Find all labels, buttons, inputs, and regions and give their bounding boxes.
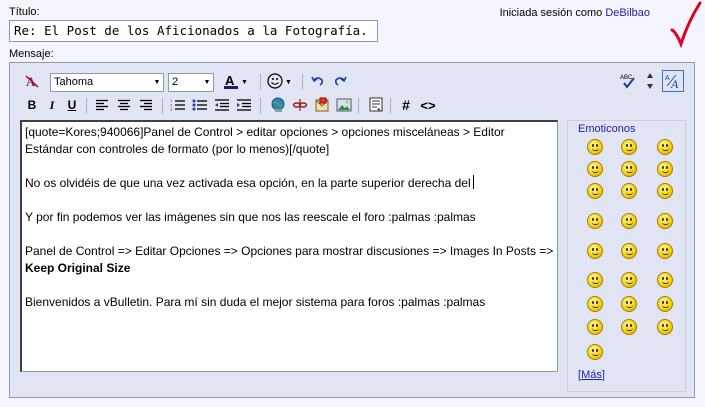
checkmark-icon — [670, 1, 702, 49]
svg-text:A: A — [665, 75, 670, 82]
insert-link-icon[interactable] — [268, 95, 288, 115]
title-label: Título: — [9, 6, 40, 18]
separator — [358, 98, 359, 114]
svg-text:A: A — [670, 77, 679, 90]
smiley-icon[interactable] — [621, 139, 637, 155]
code-hash-icon[interactable]: # — [396, 95, 416, 115]
smilies-menu-button[interactable]: ▼ — [266, 71, 296, 91]
smiley-icon[interactable] — [621, 161, 637, 177]
smiley-icon[interactable] — [657, 161, 673, 177]
separator — [260, 74, 261, 90]
smiley-icon[interactable] — [587, 161, 603, 177]
svg-text:A: A — [225, 73, 235, 88]
italic-button[interactable]: I — [42, 95, 62, 115]
separator — [162, 98, 163, 114]
message-line: Bienvenidos a vBulletin. Para mí sin dud… — [25, 295, 486, 309]
smiley-icon[interactable] — [657, 183, 673, 199]
insert-image-icon[interactable] — [334, 95, 354, 115]
toolbar-row-1: A Tahoma ▼ 2 ▼ A ▼ ▼ ABC AA — [10, 70, 694, 93]
text-caret — [472, 175, 474, 189]
smiley-icon[interactable] — [587, 243, 603, 259]
outdent-icon[interactable] — [212, 95, 232, 115]
smiley-icon[interactable] — [657, 272, 673, 288]
message-line: Panel de Control => Editar Opciones => O… — [25, 243, 554, 277]
toolbar-row-2: B I U 123 # <> — [10, 95, 694, 117]
more-label: Más — [581, 369, 602, 381]
svg-text:ABC: ABC — [620, 75, 633, 81]
smiley-icon[interactable] — [657, 296, 673, 312]
redo-icon[interactable] — [330, 71, 350, 91]
align-center-icon[interactable] — [114, 95, 134, 115]
ordered-list-icon[interactable]: 123 — [168, 95, 188, 115]
smiley-icon[interactable] — [621, 243, 637, 259]
login-prefix: Iniciada sesión como — [499, 7, 603, 19]
spellcheck-icon[interactable]: ABC — [618, 71, 638, 91]
smiley-icon[interactable] — [657, 139, 673, 155]
smiley-icon[interactable] — [621, 296, 637, 312]
svg-text:▼: ▼ — [285, 79, 292, 86]
insert-email-icon[interactable] — [312, 95, 332, 115]
smiley-icon[interactable] — [587, 344, 603, 360]
html-code-icon[interactable]: <> — [418, 95, 438, 115]
align-right-icon[interactable] — [136, 95, 156, 115]
login-status: Iniciada sesión como DeBilbao — [500, 7, 650, 19]
separator — [260, 98, 261, 114]
smiley-icon[interactable] — [621, 272, 637, 288]
font-size-value: 2 — [172, 76, 179, 88]
separator — [390, 98, 391, 114]
smilies-panel: Emoticonos [Más] — [567, 120, 686, 392]
remove-format-icon[interactable]: A — [22, 71, 42, 91]
unordered-list-icon[interactable] — [190, 95, 210, 115]
smiley-icon[interactable] — [587, 272, 603, 288]
smiley-icon[interactable] — [587, 139, 603, 155]
smiley-icon[interactable] — [621, 319, 637, 335]
resize-arrows-icon[interactable] — [644, 71, 656, 91]
message-line: [quote=Kores;940066]Panel de Control > e… — [25, 125, 508, 156]
message-line: Y por fin podemos ver las imágenes sin q… — [25, 210, 476, 224]
align-left-icon[interactable] — [92, 95, 112, 115]
smilies-title: Emoticonos — [578, 123, 636, 135]
smiley-icon[interactable] — [621, 213, 637, 229]
font-name-value: Tahoma — [54, 76, 94, 88]
bold-button[interactable]: B — [22, 95, 42, 115]
smiley-icon[interactable] — [587, 296, 603, 312]
smiley-icon[interactable] — [587, 213, 603, 229]
indent-icon[interactable] — [234, 95, 254, 115]
chevron-down-icon: ▼ — [151, 74, 163, 91]
separator — [86, 98, 87, 114]
login-user-link[interactable]: DeBilbao — [605, 7, 650, 19]
smiley-icon[interactable] — [621, 183, 637, 199]
message-line-text: No os olvidéis de que una vez activada e… — [25, 176, 471, 190]
more-smilies-link[interactable]: [Más] — [578, 369, 605, 381]
quote-icon[interactable] — [366, 95, 386, 115]
bracket-close: ] — [601, 369, 605, 381]
smiley-icon[interactable] — [587, 319, 603, 335]
smiley-icon[interactable] — [587, 183, 603, 199]
underline-button[interactable]: U — [62, 95, 82, 115]
font-size-select[interactable]: 2 ▼ — [168, 73, 214, 92]
font-color-button[interactable]: A ▼ — [222, 71, 252, 91]
svg-text:▼: ▼ — [241, 79, 248, 86]
smiley-icon[interactable] — [657, 243, 673, 259]
bold-text: Keep Original Size — [25, 261, 131, 275]
message-line-text: Panel de Control => Editar Opciones => O… — [25, 244, 557, 258]
message-label: Mensaje: — [9, 48, 54, 60]
message-line: No os olvidéis de que una vez activada e… — [25, 175, 554, 192]
message-textarea[interactable]: [quote=Kores;940066]Panel de Control > e… — [20, 120, 558, 372]
remove-link-icon[interactable] — [290, 95, 310, 115]
chevron-down-icon: ▼ — [201, 74, 213, 91]
undo-icon[interactable] — [308, 71, 328, 91]
separator — [302, 74, 303, 90]
title-input[interactable]: Re: El Post de los Aficionados a la Foto… — [9, 20, 378, 42]
svg-text:3: 3 — [170, 107, 173, 112]
switch-mode-button[interactable]: AA — [662, 70, 684, 92]
smiley-icon[interactable] — [657, 213, 673, 229]
editor-container: A Tahoma ▼ 2 ▼ A ▼ ▼ ABC AA B I U 1 2 3 … — [9, 62, 695, 398]
smiley-icon[interactable] — [657, 319, 673, 335]
font-name-select[interactable]: Tahoma ▼ — [50, 73, 164, 92]
